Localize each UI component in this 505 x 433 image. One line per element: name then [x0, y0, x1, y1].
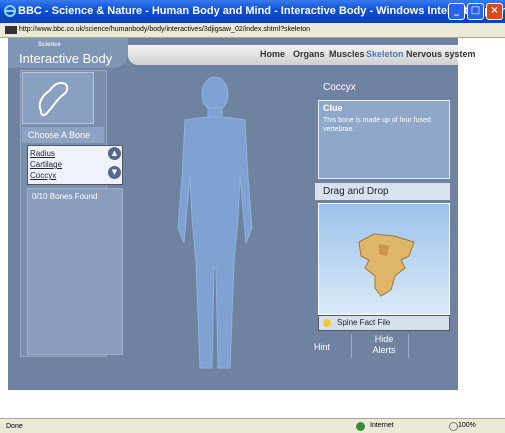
address-bar[interactable]: http://www.bbc.co.uk/science/humanbody/b… [0, 23, 505, 38]
bones-found-panel: 0/10 Bones Found [27, 188, 123, 355]
nav-nervous-system[interactable]: Nervous system [406, 49, 476, 59]
security-zone: Internet [370, 422, 394, 429]
bones-found-count: 0/10 Bones Found [32, 192, 98, 201]
bone-cartilage[interactable]: Cartilage [30, 160, 62, 169]
divider [351, 334, 352, 358]
human-body-silhouette [177, 76, 253, 369]
divider [408, 334, 409, 358]
clue-text: This bone is made up of four fused verte… [323, 117, 431, 133]
address-url[interactable]: http://www.bbc.co.uk/science/humanbody/b… [19, 26, 310, 33]
maximize-button[interactable]: □ [467, 3, 484, 20]
clue-title: Clue [323, 103, 343, 113]
nav-home[interactable]: Home [260, 49, 285, 59]
status-bar: Done Internet 100% [0, 418, 505, 433]
globe-icon [356, 422, 365, 431]
bone-list-scroll[interactable]: ▲ ▼ [108, 144, 121, 182]
bone-radius[interactable]: Radius [30, 149, 55, 158]
window-title: BBC - Science & Nature - Human Body and … [18, 5, 505, 17]
zoom-icon [449, 422, 458, 431]
logo-main: Interactive Body [19, 51, 113, 66]
hide-alerts-button[interactable]: Hide Alerts [364, 334, 404, 356]
nav-skeleton[interactable]: Skeleton [366, 49, 404, 59]
logo: Science Interactive Body [8, 38, 128, 68]
coccyx-bone-model[interactable] [319, 204, 449, 314]
zoom-level[interactable]: 100% [458, 422, 476, 429]
status-text: Done [6, 423, 23, 430]
top-nav: Home Organs Muscles Skeleton Nervous sys… [128, 45, 476, 65]
nav-muscles[interactable]: Muscles [329, 49, 365, 59]
clue-panel: Clue This bone is made up of four fused … [318, 100, 450, 179]
nav-organs[interactable]: Organs [293, 49, 325, 59]
choose-bone-heading: Choose A Bone [22, 127, 104, 143]
bottom-controls: Hint Hide Alerts [308, 332, 451, 360]
drag-drop-area[interactable] [318, 203, 450, 315]
drag-drop-heading: Drag and Drop [315, 183, 450, 200]
bone-icon [22, 72, 94, 124]
hint-button[interactable]: Hint [314, 342, 330, 352]
bone-coccyx[interactable]: Coccyx [30, 171, 56, 180]
minimize-button[interactable]: _ [448, 3, 465, 20]
play-icon [323, 319, 331, 327]
selected-bone-heading: Coccyx [315, 80, 450, 95]
close-button[interactable]: × [486, 3, 503, 20]
scroll-up-icon[interactable]: ▲ [108, 147, 121, 160]
window-titlebar: BBC - Science & Nature - Human Body and … [0, 0, 505, 23]
spine-fact-file-button[interactable]: Spine Fact File [318, 315, 450, 331]
scroll-down-icon[interactable]: ▼ [108, 166, 121, 179]
ie-icon [4, 5, 16, 17]
page-icon [5, 26, 17, 34]
logo-small: Science [38, 42, 61, 48]
